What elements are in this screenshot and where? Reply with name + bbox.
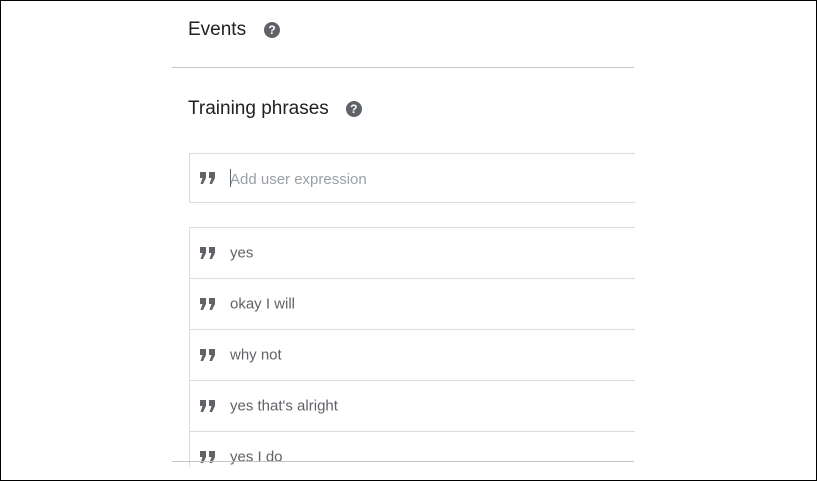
training-phrase-text[interactable]: yes	[230, 245, 253, 262]
add-user-expression-input[interactable]	[230, 167, 610, 191]
quote-icon	[200, 349, 215, 361]
training-phrase-text[interactable]: yes that's alright	[230, 398, 338, 415]
training-phrase-text[interactable]: yes I do	[230, 449, 283, 466]
training-phrase-row[interactable]: yes that's alright	[190, 381, 635, 432]
training-phrases-section-header: Training phrases ?	[188, 96, 362, 122]
bottom-divider	[172, 461, 634, 462]
quote-icon	[200, 298, 215, 310]
events-help-icon[interactable]: ?	[264, 22, 281, 38]
training-phrase-row[interactable]: why not	[190, 330, 635, 381]
training-phrase-text[interactable]: why not	[230, 347, 282, 364]
quote-icon	[200, 400, 215, 412]
text-cursor	[230, 169, 231, 187]
training-phrases-title: Training phrases	[188, 98, 329, 119]
training-phrase-row[interactable]: okay I will	[190, 279, 635, 330]
quote-icon	[200, 247, 215, 259]
section-divider	[172, 67, 634, 68]
quote-icon	[200, 172, 215, 184]
training-phrase-text[interactable]: okay I will	[230, 296, 295, 313]
events-title: Events	[188, 19, 247, 40]
app-frame: Events ? Training phrases ? yes okay I w…	[0, 0, 817, 481]
training-phrase-row[interactable]: yes	[190, 228, 635, 279]
events-section-header: Events ?	[188, 17, 281, 43]
add-user-expression-field[interactable]	[189, 153, 635, 203]
training-phrases-list: yes okay I will why not yes that's alrig…	[189, 227, 635, 467]
training-phrases-help-icon[interactable]: ?	[345, 101, 362, 117]
